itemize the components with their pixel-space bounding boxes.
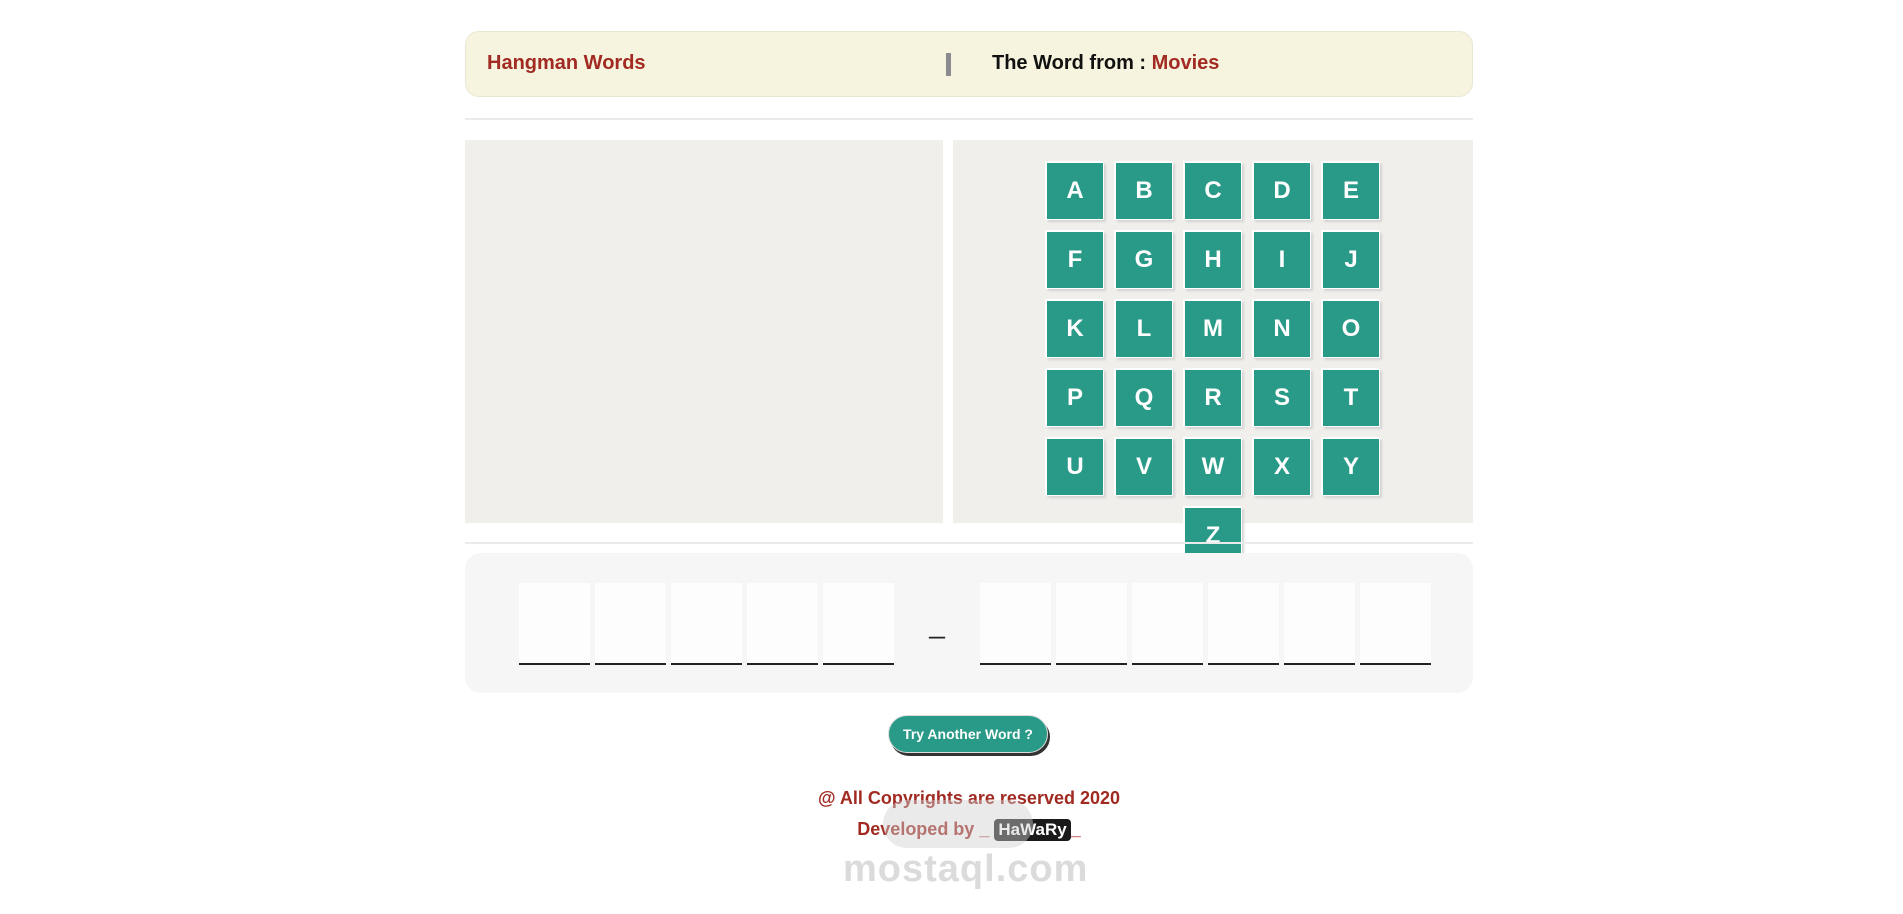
letter-button-s[interactable]: S (1253, 369, 1311, 427)
hangman-draw-area (465, 140, 943, 523)
header-divider (946, 53, 951, 76)
divider-line (465, 118, 1473, 120)
letter-button-q[interactable]: Q (1115, 369, 1173, 427)
guess-area: _ (465, 553, 1473, 693)
letter-button-p[interactable]: P (1046, 369, 1104, 427)
letter-button-i[interactable]: I (1253, 231, 1311, 289)
letter-button-h[interactable]: H (1184, 231, 1242, 289)
letter-slot (823, 583, 894, 665)
letter-button-v[interactable]: V (1115, 438, 1173, 496)
letter-slot (671, 583, 742, 665)
letters-panel: ABCDEFGHIJKLMNOPQRSTUVWXYZ (953, 140, 1473, 565)
developed-by-label: Developed by _ (857, 819, 990, 839)
word-from-label: The Word from : (992, 52, 1152, 74)
letter-buttons: ABCDEFGHIJKLMNOPQRSTUVWXYZ (1017, 162, 1409, 565)
letter-button-o[interactable]: O (1322, 300, 1380, 358)
letter-button-f[interactable]: F (1046, 231, 1104, 289)
game-container: Hangman Words The Word from : Movies ABC… (465, 31, 1473, 841)
letter-slot (747, 583, 818, 665)
letter-button-y[interactable]: Y (1322, 438, 1380, 496)
letter-button-x[interactable]: X (1253, 438, 1311, 496)
letter-button-w[interactable]: W (1184, 438, 1242, 496)
letter-button-e[interactable]: E (1322, 162, 1380, 220)
footer: @ All Copyrights are reserved 2020 Devel… (465, 788, 1473, 841)
game-header: Hangman Words The Word from : Movies (465, 31, 1473, 97)
letter-button-d[interactable]: D (1253, 162, 1311, 220)
word-category-label: The Word from : Movies (992, 52, 1219, 75)
letter-button-n[interactable]: N (1253, 300, 1311, 358)
letter-button-a[interactable]: A (1046, 162, 1104, 220)
watermark-text: mostaql.com (843, 848, 1089, 890)
letter-slots: _ (519, 583, 1431, 665)
letter-slot (1056, 583, 1127, 665)
letter-button-c[interactable]: C (1184, 162, 1242, 220)
letter-slot (519, 583, 590, 665)
letter-slot (595, 583, 666, 665)
word-separator: _ (929, 608, 945, 639)
try-another-word-button[interactable]: Try Another Word ? (888, 715, 1048, 753)
game-title: Hangman Words (487, 52, 646, 74)
letter-button-b[interactable]: B (1115, 162, 1173, 220)
letter-slot (1132, 583, 1203, 665)
copyright-text: @ All Copyrights are reserved 2020 (817, 788, 1121, 808)
divider-line (465, 542, 1473, 544)
developed-by-trail: _ (1070, 819, 1081, 839)
letter-button-j[interactable]: J (1322, 231, 1380, 289)
letter-button-k[interactable]: K (1046, 300, 1104, 358)
letter-slot (1284, 583, 1355, 665)
letter-button-u[interactable]: U (1046, 438, 1104, 496)
letter-button-m[interactable]: M (1184, 300, 1242, 358)
letter-button-g[interactable]: G (1115, 231, 1173, 289)
letter-button-r[interactable]: R (1184, 369, 1242, 427)
letter-slot (1208, 583, 1279, 665)
letter-button-t[interactable]: T (1322, 369, 1380, 427)
letter-slot (1360, 583, 1431, 665)
letter-button-l[interactable]: L (1115, 300, 1173, 358)
developed-by: Developed by _ HaWaRy _ (465, 819, 1473, 841)
author-badge: HaWaRy (994, 819, 1071, 841)
word-category: Movies (1151, 52, 1220, 74)
letter-slot (980, 583, 1051, 665)
